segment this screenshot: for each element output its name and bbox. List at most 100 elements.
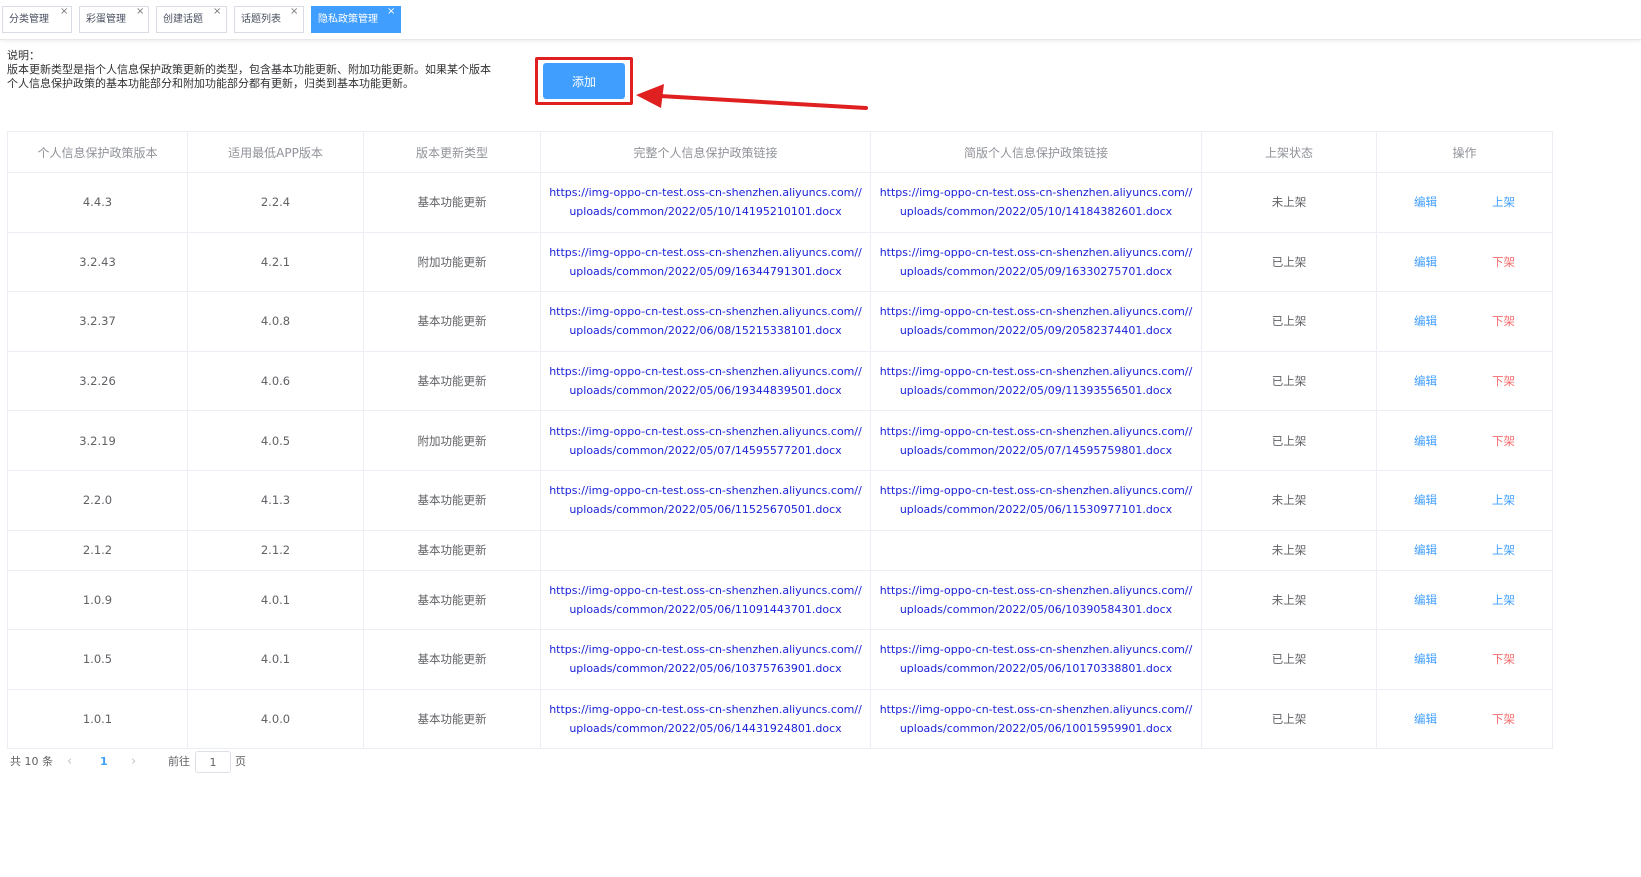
brief-policy-link[interactable]: https://img-oppo-cn-test.oss-cn-shenzhen… bbox=[870, 410, 1202, 471]
close-icon[interactable]: × bbox=[290, 5, 298, 19]
brief-policy-link[interactable]: https://img-oppo-cn-test.oss-cn-shenzhen… bbox=[870, 231, 1202, 293]
edit-button[interactable]: 编辑 bbox=[1412, 651, 1440, 667]
min-app-version-cell: 4.1.3 bbox=[187, 469, 364, 531]
table-row: 3.2.19 4.0.5 附加功能更新 https://img-oppo-cn-… bbox=[7, 410, 1553, 471]
min-app-version-cell: 4.0.1 bbox=[187, 629, 364, 690]
edit-button[interactable]: 编辑 bbox=[1412, 313, 1440, 329]
column-header: 简版个人信息保护政策链接 bbox=[870, 131, 1202, 173]
publish-button[interactable]: 上架 bbox=[1490, 194, 1518, 210]
edit-button[interactable]: 编辑 bbox=[1412, 592, 1440, 608]
annotation-arrow-icon bbox=[636, 84, 868, 110]
full-policy-link[interactable]: https://img-oppo-cn-test.oss-cn-shenzhen… bbox=[540, 172, 871, 233]
privacy-policy-table: 个人信息保护政策版本 适用最低APP版本 版本更新类型 完整个人信息保护政策链接… bbox=[7, 131, 1553, 750]
pagination-jump-input[interactable] bbox=[195, 751, 231, 773]
full-policy-link[interactable]: https://img-oppo-cn-test.oss-cn-shenzhen… bbox=[540, 350, 871, 412]
update-type-cell: 附加功能更新 bbox=[363, 410, 541, 471]
brief-policy-link[interactable]: https://img-oppo-cn-test.oss-cn-shenzhen… bbox=[870, 688, 1202, 750]
table-row: 4.4.3 2.2.4 基本功能更新 https://img-oppo-cn-t… bbox=[7, 172, 1553, 233]
description-line: 个人信息保护政策的基本功能部分和附加功能部分都有更新，归类到基本功能更新。 bbox=[7, 77, 414, 90]
tab-create-topic[interactable]: 创建话题 × bbox=[156, 6, 227, 33]
tab-topic-list[interactable]: 话题列表 × bbox=[234, 6, 304, 33]
update-type-cell: 基本功能更新 bbox=[363, 172, 541, 233]
policy-version-cell: 2.2.0 bbox=[7, 469, 188, 531]
full-policy-link[interactable]: https://img-oppo-cn-test.oss-cn-shenzhen… bbox=[540, 231, 871, 293]
min-app-version-cell: 4.0.6 bbox=[187, 350, 364, 412]
tab-label: 创建话题 bbox=[163, 14, 203, 25]
table-row: 2.1.2 2.1.2 基本功能更新 未上架 编辑 上架 bbox=[7, 529, 1553, 571]
edit-button[interactable]: 编辑 bbox=[1412, 254, 1440, 270]
actions-cell: 编辑 下架 bbox=[1376, 629, 1553, 690]
brief-policy-link[interactable]: https://img-oppo-cn-test.oss-cn-shenzhen… bbox=[870, 629, 1202, 690]
close-icon[interactable]: × bbox=[60, 5, 68, 19]
status-cell: 已上架 bbox=[1201, 629, 1377, 690]
min-app-version-cell: 4.2.1 bbox=[187, 231, 364, 293]
full-policy-link[interactable]: https://img-oppo-cn-test.oss-cn-shenzhen… bbox=[540, 291, 871, 352]
publish-button[interactable]: 上架 bbox=[1490, 542, 1518, 558]
unpublish-button[interactable]: 下架 bbox=[1490, 313, 1518, 329]
actions-cell: 编辑 上架 bbox=[1376, 529, 1553, 571]
tab-category-management[interactable]: 分类管理 × bbox=[2, 6, 72, 33]
policy-version-cell: 1.0.5 bbox=[7, 629, 188, 690]
table-row: 3.2.26 4.0.6 基本功能更新 https://img-oppo-cn-… bbox=[7, 350, 1553, 412]
table-header-row: 个人信息保护政策版本 适用最低APP版本 版本更新类型 完整个人信息保护政策链接… bbox=[7, 131, 1553, 173]
full-policy-link[interactable]: https://img-oppo-cn-test.oss-cn-shenzhen… bbox=[540, 629, 871, 690]
update-type-cell: 基本功能更新 bbox=[363, 629, 541, 690]
close-icon[interactable]: × bbox=[213, 5, 221, 19]
tab-easter-egg-management[interactable]: 彩蛋管理 × bbox=[79, 6, 149, 33]
min-app-version-cell: 4.0.0 bbox=[187, 688, 364, 750]
brief-policy-link[interactable]: https://img-oppo-cn-test.oss-cn-shenzhen… bbox=[870, 350, 1202, 412]
publish-button[interactable]: 上架 bbox=[1490, 492, 1518, 508]
status-cell: 未上架 bbox=[1201, 469, 1377, 531]
column-header: 完整个人信息保护政策链接 bbox=[540, 131, 871, 173]
close-icon[interactable]: × bbox=[136, 5, 144, 19]
full-policy-link[interactable]: https://img-oppo-cn-test.oss-cn-shenzhen… bbox=[540, 688, 871, 750]
brief-policy-link[interactable]: https://img-oppo-cn-test.oss-cn-shenzhen… bbox=[870, 172, 1202, 233]
policy-version-cell: 3.2.37 bbox=[7, 291, 188, 352]
add-button[interactable]: 添加 bbox=[543, 63, 625, 99]
update-type-cell: 基本功能更新 bbox=[363, 569, 541, 631]
edit-button[interactable]: 编辑 bbox=[1412, 373, 1440, 389]
edit-button[interactable]: 编辑 bbox=[1412, 542, 1440, 558]
edit-button[interactable]: 编辑 bbox=[1412, 194, 1440, 210]
unpublish-button[interactable]: 下架 bbox=[1490, 254, 1518, 270]
brief-policy-link[interactable] bbox=[870, 529, 1202, 571]
actions-cell: 编辑 下架 bbox=[1376, 231, 1553, 293]
full-policy-link[interactable] bbox=[540, 529, 871, 571]
tab-label: 分类管理 bbox=[9, 14, 49, 25]
policy-version-cell: 2.1.2 bbox=[7, 529, 188, 571]
status-cell: 已上架 bbox=[1201, 231, 1377, 293]
actions-cell: 编辑 上架 bbox=[1376, 172, 1553, 233]
status-cell: 已上架 bbox=[1201, 350, 1377, 412]
tab-privacy-policy-management[interactable]: 隐私政策管理 × bbox=[311, 6, 401, 33]
column-header: 个人信息保护政策版本 bbox=[7, 131, 188, 173]
actions-cell: 编辑 下架 bbox=[1376, 410, 1553, 471]
brief-policy-link[interactable]: https://img-oppo-cn-test.oss-cn-shenzhen… bbox=[870, 569, 1202, 631]
edit-button[interactable]: 编辑 bbox=[1412, 433, 1440, 449]
full-policy-link[interactable]: https://img-oppo-cn-test.oss-cn-shenzhen… bbox=[540, 469, 871, 531]
unpublish-button[interactable]: 下架 bbox=[1490, 433, 1518, 449]
full-policy-link[interactable]: https://img-oppo-cn-test.oss-cn-shenzhen… bbox=[540, 569, 871, 631]
chevron-left-icon[interactable]: ‹ bbox=[67, 751, 72, 773]
page-number-current[interactable]: 1 bbox=[100, 751, 108, 773]
status-cell: 已上架 bbox=[1201, 410, 1377, 471]
min-app-version-cell: 4.0.1 bbox=[187, 569, 364, 631]
update-type-cell: 基本功能更新 bbox=[363, 688, 541, 750]
brief-policy-link[interactable]: https://img-oppo-cn-test.oss-cn-shenzhen… bbox=[870, 291, 1202, 352]
min-app-version-cell: 4.0.8 bbox=[187, 291, 364, 352]
edit-button[interactable]: 编辑 bbox=[1412, 492, 1440, 508]
unpublish-button[interactable]: 下架 bbox=[1490, 711, 1518, 727]
pagination-goto-label: 前往 bbox=[168, 755, 190, 768]
status-cell: 未上架 bbox=[1201, 529, 1377, 571]
full-policy-link[interactable]: https://img-oppo-cn-test.oss-cn-shenzhen… bbox=[540, 410, 871, 471]
table-row: 2.2.0 4.1.3 基本功能更新 https://img-oppo-cn-t… bbox=[7, 469, 1553, 531]
chevron-right-icon[interactable]: › bbox=[131, 751, 136, 773]
brief-policy-link[interactable]: https://img-oppo-cn-test.oss-cn-shenzhen… bbox=[870, 469, 1202, 531]
edit-button[interactable]: 编辑 bbox=[1412, 711, 1440, 727]
unpublish-button[interactable]: 下架 bbox=[1490, 373, 1518, 389]
min-app-version-cell: 2.1.2 bbox=[187, 529, 364, 571]
policy-version-cell: 3.2.19 bbox=[7, 410, 188, 471]
close-icon[interactable]: × bbox=[387, 5, 395, 19]
publish-button[interactable]: 上架 bbox=[1490, 592, 1518, 608]
unpublish-button[interactable]: 下架 bbox=[1490, 651, 1518, 667]
column-header: 适用最低APP版本 bbox=[187, 131, 364, 173]
